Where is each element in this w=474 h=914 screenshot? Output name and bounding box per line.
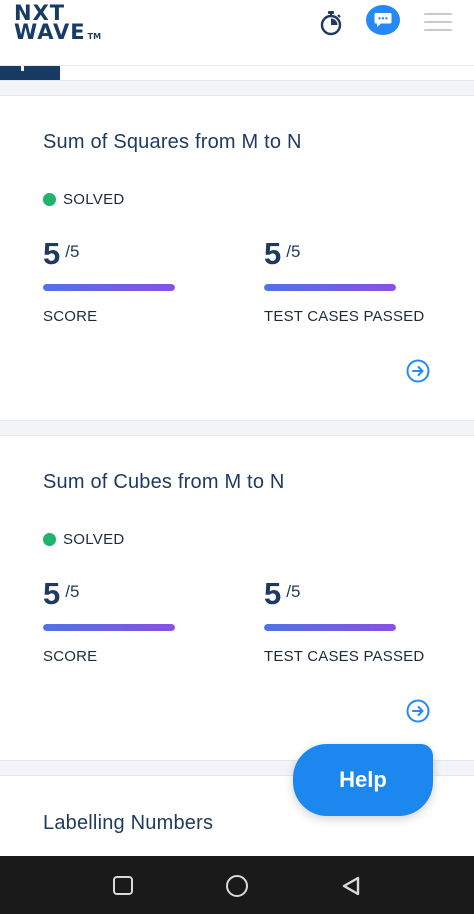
status-text: SOLVED bbox=[63, 531, 125, 548]
test-cases-total: /5 bbox=[286, 582, 301, 601]
question-title: Sum of Squares from M to N bbox=[43, 131, 302, 153]
score-value: 5 bbox=[43, 576, 61, 611]
score-total: /5 bbox=[65, 242, 80, 261]
hamburger-menu-icon[interactable] bbox=[424, 13, 452, 33]
solved-dot-icon bbox=[43, 533, 56, 546]
status-badge: SOLVED bbox=[43, 191, 125, 208]
test-cases-label: TEST CASES PASSED bbox=[264, 648, 425, 665]
status-badge: SOLVED bbox=[43, 531, 125, 548]
score-metric: 5/5 SCORE bbox=[43, 236, 213, 325]
help-button[interactable]: Help bbox=[293, 744, 433, 816]
score-label: SCORE bbox=[43, 308, 98, 325]
back-icon[interactable] bbox=[340, 875, 362, 897]
test-cases-metric: 5/5 TEST CASES PASSED bbox=[264, 236, 434, 325]
home-icon[interactable] bbox=[226, 875, 248, 897]
test-cases-progress-bar bbox=[264, 284, 396, 291]
question-title: Sum of Cubes from M to N bbox=[43, 471, 285, 493]
section-divider bbox=[0, 420, 474, 436]
arrow-right-circle-icon[interactable] bbox=[406, 359, 430, 383]
active-tab-indicator[interactable] bbox=[0, 66, 60, 80]
test-cases-progress-bar bbox=[264, 624, 396, 631]
logo-line2: WAVE TM bbox=[14, 20, 102, 46]
nxtwave-logo[interactable]: NXT WAVE TM bbox=[14, 3, 102, 46]
logo-line2-text: WAVE bbox=[14, 20, 86, 44]
logo-tm: TM bbox=[87, 32, 102, 41]
score-metric: 5/5 SCORE bbox=[43, 576, 213, 665]
test-cases-value: 5 bbox=[264, 236, 282, 271]
score-total: /5 bbox=[65, 582, 80, 601]
chat-button[interactable] bbox=[366, 5, 400, 35]
test-cases-metric: 5/5 TEST CASES PASSED bbox=[264, 576, 434, 665]
test-cases-progress-fill bbox=[264, 624, 396, 631]
question-title: Labelling Numbers bbox=[43, 812, 214, 834]
top-header: NXT WAVE TM bbox=[0, 0, 474, 66]
chat-icon bbox=[374, 13, 392, 27]
test-cases-label: TEST CASES PASSED bbox=[264, 308, 425, 325]
arrow-right-circle-icon[interactable] bbox=[406, 699, 430, 723]
recent-apps-icon[interactable] bbox=[113, 876, 133, 895]
app-screen: NXT WAVE TM Sum of Squares from M to N S… bbox=[0, 0, 474, 914]
status-text: SOLVED bbox=[63, 191, 125, 208]
solved-dot-icon bbox=[43, 193, 56, 206]
question-card[interactable]: Sum of Cubes from M to N SOLVED 5/5 SCOR… bbox=[0, 436, 474, 760]
stopwatch-icon[interactable] bbox=[318, 10, 344, 36]
test-cases-value: 5 bbox=[264, 576, 282, 611]
section-divider bbox=[0, 80, 474, 96]
question-card[interactable]: Sum of Squares from M to N SOLVED 5/5 SC… bbox=[0, 96, 474, 420]
score-progress-fill bbox=[43, 624, 175, 631]
score-progress-bar bbox=[43, 284, 175, 291]
system-navigation-bar bbox=[0, 856, 474, 914]
test-cases-progress-fill bbox=[264, 284, 396, 291]
score-progress-bar bbox=[43, 624, 175, 631]
test-cases-total: /5 bbox=[286, 242, 301, 261]
score-value: 5 bbox=[43, 236, 61, 271]
score-label: SCORE bbox=[43, 648, 98, 665]
score-progress-fill bbox=[43, 284, 175, 291]
